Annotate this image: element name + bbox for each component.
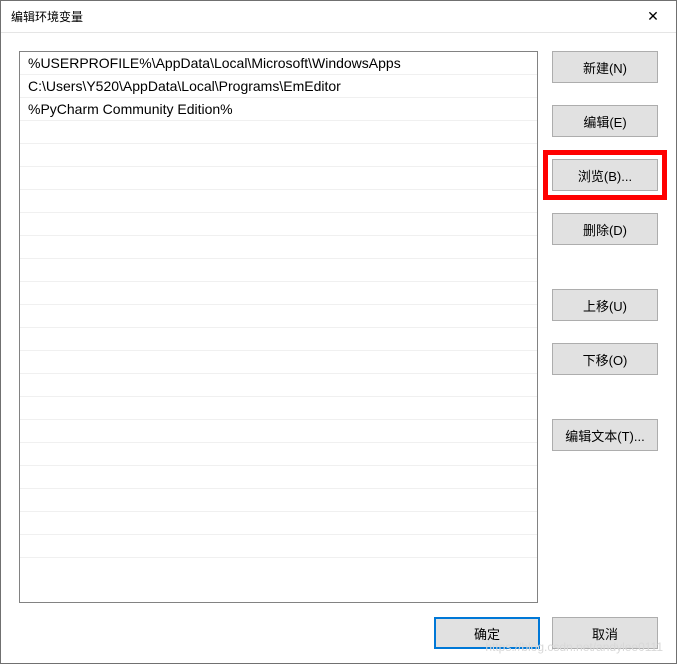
spacer <box>552 245 658 267</box>
move-up-button[interactable]: 上移(U) <box>552 289 658 321</box>
list-empty-row[interactable] <box>20 213 537 236</box>
titlebar: 编辑环境变量 ✕ <box>1 1 676 33</box>
list-empty-row[interactable] <box>20 512 537 535</box>
new-button[interactable]: 新建(N) <box>552 51 658 83</box>
ok-button[interactable]: 确定 <box>434 617 540 649</box>
list-item[interactable]: C:\Users\Y520\AppData\Local\Programs\EmE… <box>20 75 537 98</box>
dialog-window: 编辑环境变量 ✕ %USERPROFILE%\AppData\Local\Mic… <box>0 0 677 664</box>
window-title: 编辑环境变量 <box>11 8 83 25</box>
list-empty-row[interactable] <box>20 190 537 213</box>
delete-button[interactable]: 删除(D) <box>552 213 658 245</box>
highlighted-wrap: 浏览(B)... <box>552 159 658 191</box>
list-empty-row[interactable] <box>20 443 537 466</box>
list-empty-row[interactable] <box>20 144 537 167</box>
list-empty-row[interactable] <box>20 259 537 282</box>
spacer <box>552 267 658 289</box>
browse-button[interactable]: 浏览(B)... <box>552 159 658 191</box>
list-empty-row[interactable] <box>20 282 537 305</box>
spacer <box>552 375 658 397</box>
spacer <box>552 191 658 213</box>
list-empty-row[interactable] <box>20 121 537 144</box>
list-empty-row[interactable] <box>20 535 537 558</box>
list-empty-row[interactable] <box>20 374 537 397</box>
list-empty-row[interactable] <box>20 167 537 190</box>
content-area: %USERPROFILE%\AppData\Local\Microsoft\Wi… <box>1 33 676 663</box>
list-empty-row[interactable] <box>20 305 537 328</box>
footer-row: 确定 取消 <box>19 617 658 649</box>
list-empty-row[interactable] <box>20 397 537 420</box>
list-empty-row[interactable] <box>20 489 537 512</box>
list-item[interactable]: %PyCharm Community Edition% <box>20 98 537 121</box>
list-empty-row[interactable] <box>20 420 537 443</box>
list-empty-row[interactable] <box>20 466 537 489</box>
spacer <box>552 321 658 343</box>
main-row: %USERPROFILE%\AppData\Local\Microsoft\Wi… <box>19 51 658 603</box>
move-down-button[interactable]: 下移(O) <box>552 343 658 375</box>
close-icon: ✕ <box>647 8 659 25</box>
list-empty-row[interactable] <box>20 328 537 351</box>
button-column: 新建(N) 编辑(E) 浏览(B)... 删除(D) 上移(U) 下移(O) 编… <box>552 51 658 603</box>
edit-text-button[interactable]: 编辑文本(T)... <box>552 419 658 451</box>
close-button[interactable]: ✕ <box>630 1 676 32</box>
cancel-button[interactable]: 取消 <box>552 617 658 649</box>
spacer <box>552 397 658 419</box>
spacer <box>552 83 658 105</box>
edit-button[interactable]: 编辑(E) <box>552 105 658 137</box>
path-listbox[interactable]: %USERPROFILE%\AppData\Local\Microsoft\Wi… <box>19 51 538 603</box>
list-empty-row[interactable] <box>20 351 537 374</box>
list-item[interactable]: %USERPROFILE%\AppData\Local\Microsoft\Wi… <box>20 52 537 75</box>
spacer <box>552 137 658 159</box>
list-empty-row[interactable] <box>20 236 537 259</box>
